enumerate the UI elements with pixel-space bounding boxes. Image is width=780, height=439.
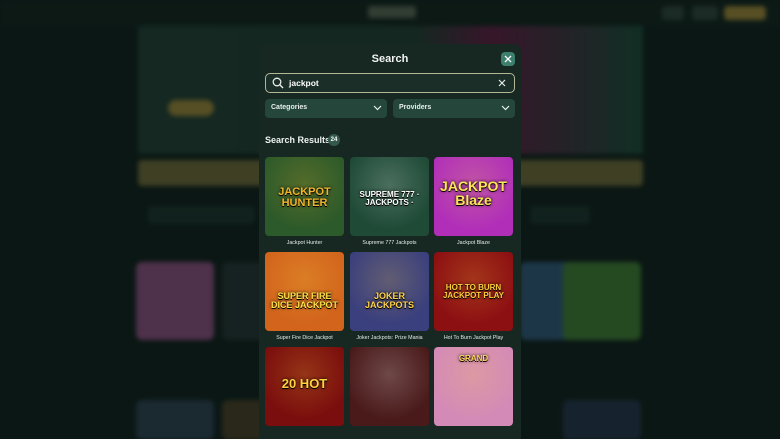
providers-label: Providers — [399, 104, 432, 111]
game-thumbnail[interactable]: GRAND — [434, 347, 513, 426]
results-title: Search Results — [265, 135, 331, 145]
game-thumbnail[interactable] — [350, 347, 429, 426]
game-name: Hot To Burn Jackpot Play — [443, 335, 504, 341]
game-name: Jackpot Blaze — [457, 240, 490, 246]
results-count-badge: 24 — [328, 134, 340, 146]
game-art: GRAND — [458, 354, 489, 363]
chevron-down-icon — [501, 105, 510, 111]
game-card[interactable]: SUPREME 777 · JACKPOTS · Supreme 777 Jac… — [350, 157, 429, 246]
close-button[interactable] — [501, 52, 515, 66]
search-modal: Search jackpot Categories Providers Sear… — [259, 44, 521, 439]
game-card[interactable]: GRAND — [434, 347, 513, 426]
game-art: JACKPOT Blaze — [440, 178, 507, 208]
game-thumbnail[interactable]: 20 HOT — [265, 347, 344, 426]
game-card[interactable]: 20 HOT — [265, 347, 344, 426]
game-name: Jackpot Hunter — [286, 240, 323, 246]
clear-icon[interactable] — [498, 79, 506, 87]
chevron-down-icon — [373, 105, 382, 111]
game-art: SUPER FIRE DICE JACKPOT — [270, 291, 338, 310]
game-art: JACKPOT HUNTER — [278, 186, 331, 209]
game-card[interactable]: JACKPOT Blaze Jackpot Blaze — [434, 157, 513, 246]
game-thumbnail[interactable]: JACKPOT HUNTER — [265, 157, 344, 236]
providers-dropdown[interactable]: Providers — [393, 99, 515, 118]
game-art: SUPREME 777 · JACKPOTS · — [359, 190, 420, 207]
game-card[interactable]: JOKER JACKPOTS Joker Jackpots: Prize Man… — [350, 252, 429, 341]
game-thumbnail[interactable]: HOT TO BURN JACKPOT PLAY — [434, 252, 513, 331]
search-icon — [272, 77, 284, 89]
game-card[interactable]: JACKPOT HUNTER Jackpot Hunter — [265, 157, 344, 246]
game-name: Supreme 777 Jackpots — [362, 240, 417, 246]
game-card[interactable]: SUPER FIRE DICE JACKPOT Super Fire Dice … — [265, 252, 344, 341]
search-query: jackpot — [289, 78, 319, 88]
modal-title: Search — [371, 53, 409, 65]
game-thumbnail[interactable]: SUPREME 777 · JACKPOTS · — [350, 157, 429, 236]
categories-dropdown[interactable]: Categories — [265, 99, 387, 118]
game-art: 20 HOT — [281, 376, 328, 391]
categories-label: Categories — [271, 104, 308, 111]
close-icon — [504, 55, 512, 63]
game-name: Super Fire Dice Jackpot — [276, 335, 333, 341]
game-thumbnail[interactable]: JACKPOT Blaze — [434, 157, 513, 236]
game-art: JOKER JACKPOTS — [364, 291, 414, 310]
search-input[interactable]: jackpot — [265, 73, 515, 93]
game-name: Joker Jackpots: Prize Mania — [356, 335, 423, 341]
game-card[interactable]: HOT TO BURN JACKPOT PLAY Hot To Burn Jac… — [434, 252, 513, 341]
game-card[interactable] — [350, 347, 429, 426]
game-art: HOT TO BURN JACKPOT PLAY — [442, 283, 505, 300]
game-thumbnail[interactable]: SUPER FIRE DICE JACKPOT — [265, 252, 344, 331]
game-thumbnail[interactable]: JOKER JACKPOTS — [350, 252, 429, 331]
